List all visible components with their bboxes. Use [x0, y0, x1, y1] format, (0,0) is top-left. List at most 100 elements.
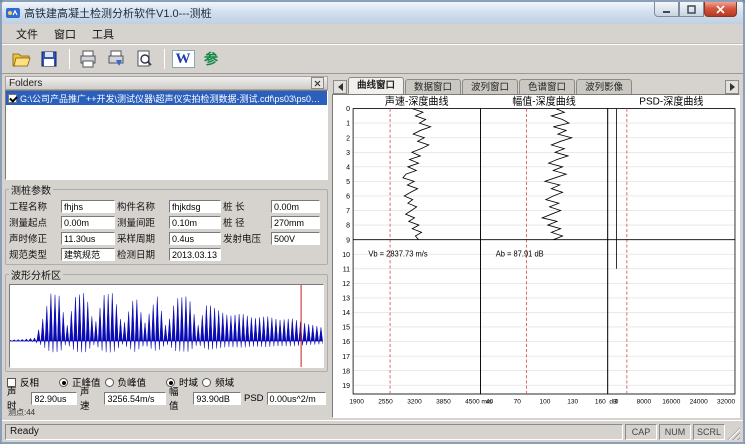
menu-tools[interactable]: 工具	[84, 24, 122, 44]
tab-wavetrain-window[interactable]: 波列窗口	[462, 79, 518, 94]
export-word-button[interactable]: W	[170, 47, 196, 71]
param-label: 声时修正	[9, 231, 59, 245]
time-correction-field[interactable]: 11.30us	[61, 232, 115, 245]
file-list-item[interactable]: G:\公司产品推广++开发\测试仪器\超声仪实拍检测数据-测试.cdf\ps03…	[6, 91, 327, 105]
titlebar: 高铁建高凝土检测分析软件V1.0---测桩	[2, 2, 743, 24]
pile-params-grid: 工程名称 fhjhs 构件名称 fhjkdsg 桩 长 0.00m 测量起点 0…	[9, 199, 324, 261]
param-label: 测量间距	[117, 215, 167, 229]
svg-text:1900: 1900	[349, 398, 364, 405]
folders-close-button[interactable]	[311, 77, 324, 89]
maximize-icon	[687, 5, 696, 14]
file-checkbox[interactable]	[8, 94, 17, 103]
resize-grip[interactable]	[727, 427, 740, 440]
project-name-field[interactable]: fhjhs	[61, 200, 115, 213]
voltage-field[interactable]: 500V	[271, 232, 320, 245]
close-button[interactable]	[704, 2, 737, 17]
print-preview-button[interactable]	[131, 47, 157, 71]
status-message: Ready	[5, 424, 623, 440]
measure-start-field[interactable]: 0.00m	[61, 216, 115, 229]
toolbar-separator	[164, 49, 165, 69]
sample-period-field[interactable]: 0.4us	[169, 232, 221, 245]
svg-text:19: 19	[342, 382, 350, 390]
param-label: 测量起点	[9, 215, 59, 229]
print-setup-button[interactable]	[103, 47, 129, 71]
status-cap: CAP	[625, 424, 657, 440]
pile-diameter-field[interactable]: 270mm	[271, 216, 320, 229]
waveform-svg	[10, 285, 323, 367]
tab-wavetrain-image[interactable]: 波列影像	[576, 79, 632, 94]
param-label: 采样周期	[117, 231, 167, 245]
svg-text:4500: 4500	[465, 398, 480, 405]
positive-peak-radio[interactable]	[59, 378, 68, 387]
svg-text:18: 18	[342, 367, 350, 375]
open-file-button[interactable]	[8, 47, 34, 71]
folders-pane-header: Folders	[5, 76, 328, 90]
param-label: 规范类型	[9, 247, 59, 261]
statusbar: Ready CAP NUM SCRL	[2, 420, 743, 442]
right-panel: 曲线窗口 数据窗口 波列窗口 色谱窗口 波列影像 012345678910111…	[332, 76, 740, 418]
file-list: G:\公司产品推广++开发\测试仪器\超声仪实拍检测数据-测试.cdf\ps03…	[5, 90, 328, 180]
psd-label: PSD	[244, 393, 264, 404]
svg-text:70: 70	[514, 398, 522, 405]
freq-domain-radio[interactable]	[202, 378, 211, 387]
app-icon	[6, 6, 20, 20]
close-icon	[314, 80, 321, 87]
depth-curves-panel: 012345678910111213141516171819声速-深度曲线190…	[332, 94, 740, 418]
minimize-icon	[662, 5, 671, 14]
menubar: 文件 窗口 工具	[2, 24, 743, 44]
svg-text:13: 13	[342, 294, 350, 302]
svg-text:160: 160	[595, 398, 606, 405]
freq-domain-label: 频域	[215, 375, 234, 389]
svg-text:2550: 2550	[378, 398, 393, 405]
maximize-button[interactable]	[679, 2, 704, 17]
sound-time-value: 82.90us	[31, 392, 77, 405]
svg-text:6: 6	[346, 192, 350, 200]
component-name-field[interactable]: fhjkdsg	[169, 200, 221, 213]
svg-text:2: 2	[346, 134, 350, 142]
test-date-field[interactable]: 2013.03.13	[169, 248, 221, 261]
svg-text:130: 130	[567, 398, 578, 405]
svg-text:3850: 3850	[436, 398, 451, 405]
menu-file[interactable]: 文件	[8, 24, 46, 44]
parameters-button[interactable]: 参	[198, 47, 224, 71]
tab-data-window[interactable]: 数据窗口	[405, 79, 461, 94]
svg-text:14: 14	[342, 309, 350, 317]
measure-step-field[interactable]: 0.10m	[169, 216, 221, 229]
standard-type-field[interactable]: 建筑规范	[61, 248, 115, 261]
waveform-group: 波形分析区	[5, 267, 328, 372]
printer-icon	[78, 49, 98, 69]
svg-text:9: 9	[346, 236, 350, 244]
print-button[interactable]	[75, 47, 101, 71]
svg-text:40: 40	[486, 398, 494, 405]
tab-curve-window[interactable]: 曲线窗口	[348, 77, 404, 94]
window-title: 高铁建高凝土检测分析软件V1.0---测桩	[24, 5, 739, 21]
svg-text:声速-深度曲线: 声速-深度曲线	[385, 95, 449, 107]
svg-text:12: 12	[342, 280, 350, 288]
parameters-icon: 参	[204, 51, 218, 67]
tab-scroll-right-button[interactable]	[725, 80, 739, 94]
svg-text:16: 16	[342, 338, 350, 346]
word-icon: W	[172, 50, 195, 68]
printer-setup-icon	[106, 49, 126, 69]
pile-length-field[interactable]: 0.00m	[271, 200, 320, 213]
negative-peak-radio[interactable]	[105, 378, 114, 387]
svg-text:32000: 32000	[717, 398, 735, 405]
svg-text:17: 17	[342, 353, 350, 361]
menu-window[interactable]: 窗口	[46, 24, 84, 44]
svg-text:7: 7	[346, 207, 350, 215]
status-scrl: SCRL	[693, 424, 725, 440]
svg-text:5: 5	[346, 178, 350, 186]
tab-bar: 曲线窗口 数据窗口 波列窗口 色谱窗口 波列影像	[332, 76, 740, 94]
waveform-plot[interactable]	[9, 284, 324, 368]
minimize-button[interactable]	[654, 2, 679, 17]
svg-text:PSD-深度曲线: PSD-深度曲线	[639, 95, 703, 107]
svg-text:0: 0	[615, 398, 619, 405]
svg-text:16000: 16000	[662, 398, 680, 405]
time-domain-radio[interactable]	[166, 378, 175, 387]
tab-scroll-left-button[interactable]	[333, 80, 347, 94]
svg-text:10: 10	[342, 251, 350, 259]
svg-text:24000: 24000	[690, 398, 708, 405]
save-file-button[interactable]	[36, 47, 62, 71]
svg-text:8: 8	[346, 222, 350, 230]
tab-spectrum-window[interactable]: 色谱窗口	[519, 79, 575, 94]
